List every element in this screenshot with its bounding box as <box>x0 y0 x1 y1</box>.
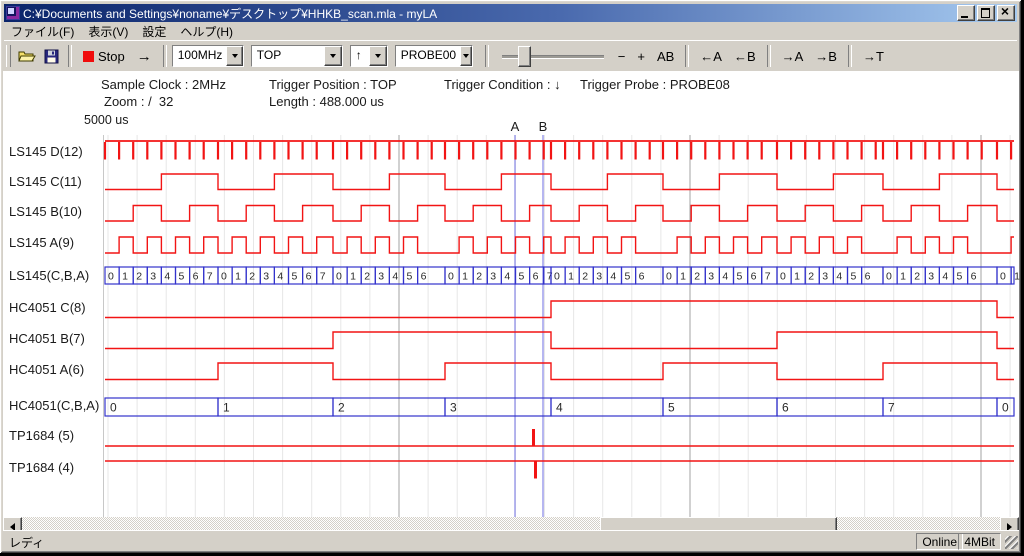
svg-text:7: 7 <box>888 401 895 415</box>
svg-text:0: 0 <box>1000 271 1006 283</box>
svg-text:7: 7 <box>320 271 326 283</box>
cursor-label-A: A <box>511 119 520 134</box>
svg-text:0: 0 <box>780 271 786 283</box>
svg-text:0: 0 <box>336 271 342 283</box>
waveform-row-LS145-A-9- <box>105 237 1014 253</box>
svg-text:2: 2 <box>136 271 142 283</box>
svg-text:2: 2 <box>914 271 920 283</box>
waveform-row-LS145-B-10- <box>105 206 1014 222</box>
svg-text:2: 2 <box>694 271 700 283</box>
svg-text:5: 5 <box>851 271 857 283</box>
svg-text:3: 3 <box>378 271 384 283</box>
waveform-row-HC4051-C-B-A-: 0 1 2 3 4 5 6 7 0 <box>105 398 1014 416</box>
svg-text:1: 1 <box>568 271 574 283</box>
svg-text:4: 4 <box>556 401 563 415</box>
svg-text:6: 6 <box>533 271 539 283</box>
svg-text:3: 3 <box>928 271 934 283</box>
svg-text:1: 1 <box>1014 271 1020 283</box>
svg-text:1: 1 <box>680 271 686 283</box>
pulse-marker <box>534 461 537 479</box>
svg-text:4: 4 <box>392 271 398 283</box>
svg-text:0: 0 <box>110 401 117 415</box>
svg-text:1: 1 <box>223 401 230 415</box>
svg-text:4: 4 <box>164 271 170 283</box>
svg-text:4: 4 <box>836 271 842 283</box>
cursor-label-B: B <box>539 119 548 134</box>
waveform-row-LS145-D-12- <box>105 141 1014 160</box>
svg-text:4: 4 <box>610 271 616 283</box>
waveform-row-HC4051-A-6- <box>105 363 1014 380</box>
svg-text:6: 6 <box>639 271 645 283</box>
svg-text:5: 5 <box>737 271 743 283</box>
svg-text:5: 5 <box>407 271 413 283</box>
svg-text:6: 6 <box>782 401 789 415</box>
svg-text:0: 0 <box>221 271 227 283</box>
svg-text:1: 1 <box>122 271 128 283</box>
svg-text:3: 3 <box>450 401 457 415</box>
pulse-marker <box>532 429 535 446</box>
svg-text:3: 3 <box>263 271 269 283</box>
svg-text:6: 6 <box>865 271 871 283</box>
svg-text:2: 2 <box>338 401 345 415</box>
svg-text:3: 3 <box>708 271 714 283</box>
waveform-svg[interactable]: AB01234567012345670123456012345670123456… <box>0 0 1024 556</box>
svg-text:3: 3 <box>822 271 828 283</box>
svg-text:1: 1 <box>235 271 241 283</box>
svg-text:4: 4 <box>277 271 283 283</box>
svg-text:0: 0 <box>108 271 114 283</box>
svg-text:3: 3 <box>596 271 602 283</box>
svg-text:7: 7 <box>765 271 771 283</box>
svg-text:2: 2 <box>364 271 370 283</box>
svg-text:2: 2 <box>249 271 255 283</box>
svg-text:1: 1 <box>794 271 800 283</box>
waveform-row-HC4051-C-8- <box>105 301 1014 318</box>
svg-text:2: 2 <box>582 271 588 283</box>
svg-text:6: 6 <box>421 271 427 283</box>
svg-text:0: 0 <box>448 271 454 283</box>
svg-text:5: 5 <box>957 271 963 283</box>
svg-text:6: 6 <box>193 271 199 283</box>
waveform-row-LS145-C-11- <box>105 174 1014 190</box>
svg-text:5: 5 <box>292 271 298 283</box>
svg-text:1: 1 <box>462 271 468 283</box>
waveform-row-TP1684-4- <box>105 461 1014 479</box>
svg-text:5: 5 <box>519 271 525 283</box>
svg-text:0: 0 <box>1002 401 1009 415</box>
waveform-row-TP1684-5- <box>105 429 1014 446</box>
svg-text:2: 2 <box>476 271 482 283</box>
svg-text:2: 2 <box>808 271 814 283</box>
svg-text:7: 7 <box>207 271 213 283</box>
svg-text:6: 6 <box>751 271 757 283</box>
svg-text:5: 5 <box>179 271 185 283</box>
svg-text:6: 6 <box>971 271 977 283</box>
svg-text:4: 4 <box>504 271 510 283</box>
svg-text:4: 4 <box>942 271 948 283</box>
svg-text:0: 0 <box>886 271 892 283</box>
svg-text:3: 3 <box>150 271 156 283</box>
waveform-row-LS145-C-B-A-: 0123456701234567012345601234567012345601… <box>105 267 1020 284</box>
svg-text:3: 3 <box>490 271 496 283</box>
app-window: C:¥Documents and Settings¥noname¥デスクトップ¥… <box>0 0 1021 553</box>
svg-text:1: 1 <box>900 271 906 283</box>
svg-text:1: 1 <box>350 271 356 283</box>
screen: C:¥Documents and Settings¥noname¥デスクトップ¥… <box>0 0 1024 556</box>
svg-text:5: 5 <box>668 401 675 415</box>
svg-text:4: 4 <box>722 271 728 283</box>
svg-text:6: 6 <box>306 271 312 283</box>
waveform-row-HC4051-B-7- <box>105 332 1014 349</box>
gridlines <box>104 135 1011 517</box>
svg-text:0: 0 <box>666 271 672 283</box>
svg-text:0: 0 <box>554 271 560 283</box>
svg-text:7: 7 <box>547 271 553 283</box>
svg-text:5: 5 <box>625 271 631 283</box>
